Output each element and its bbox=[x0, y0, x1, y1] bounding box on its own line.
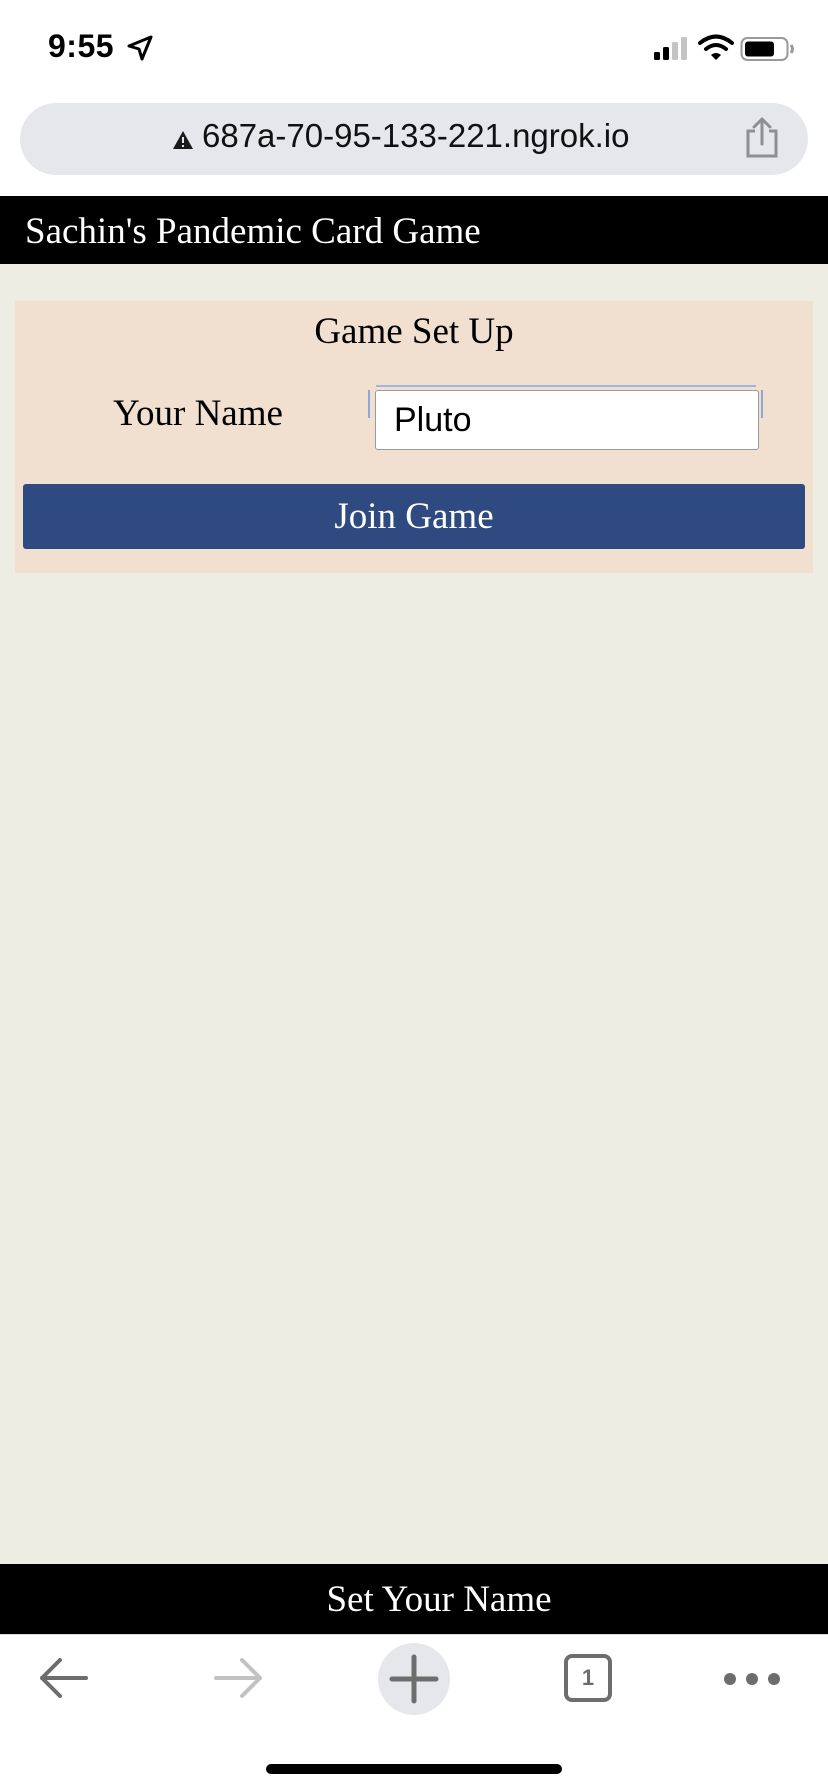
more-dots-icon[interactable] bbox=[722, 1666, 782, 1692]
input-focus-ring-left bbox=[368, 390, 370, 418]
cellular-signal-icon bbox=[654, 37, 687, 60]
input-focus-ring-right bbox=[761, 390, 763, 418]
location-arrow-icon bbox=[127, 35, 153, 61]
new-tab-button[interactable] bbox=[378, 1643, 450, 1715]
status-time: 9:55 bbox=[48, 28, 115, 64]
home-indicator bbox=[266, 1764, 562, 1774]
warning-triangle-icon bbox=[173, 131, 193, 149]
join-game-button[interactable]: Join Game bbox=[23, 484, 805, 549]
share-icon[interactable] bbox=[744, 116, 780, 158]
site-title: Sachin's Pandemic Card Game bbox=[25, 211, 481, 252]
tab-count: 1 bbox=[581, 1665, 595, 1690]
name-input[interactable] bbox=[375, 390, 759, 450]
your-name-label: Your Name bbox=[113, 393, 283, 434]
plus-icon bbox=[389, 1654, 439, 1704]
status-footer-text: Set Your Name bbox=[326, 1579, 552, 1620]
setup-heading: Game Set Up bbox=[314, 311, 514, 352]
wifi-icon bbox=[698, 34, 734, 60]
url-text[interactable]: 687a-70-95-133-221.ngrok.io bbox=[202, 117, 629, 155]
back-arrow-icon[interactable] bbox=[36, 1652, 92, 1704]
forward-arrow-icon[interactable] bbox=[210, 1652, 266, 1704]
tabs-button[interactable]: 1 bbox=[564, 1654, 612, 1702]
input-focus-ring bbox=[376, 385, 756, 387]
battery-icon bbox=[740, 37, 794, 61]
